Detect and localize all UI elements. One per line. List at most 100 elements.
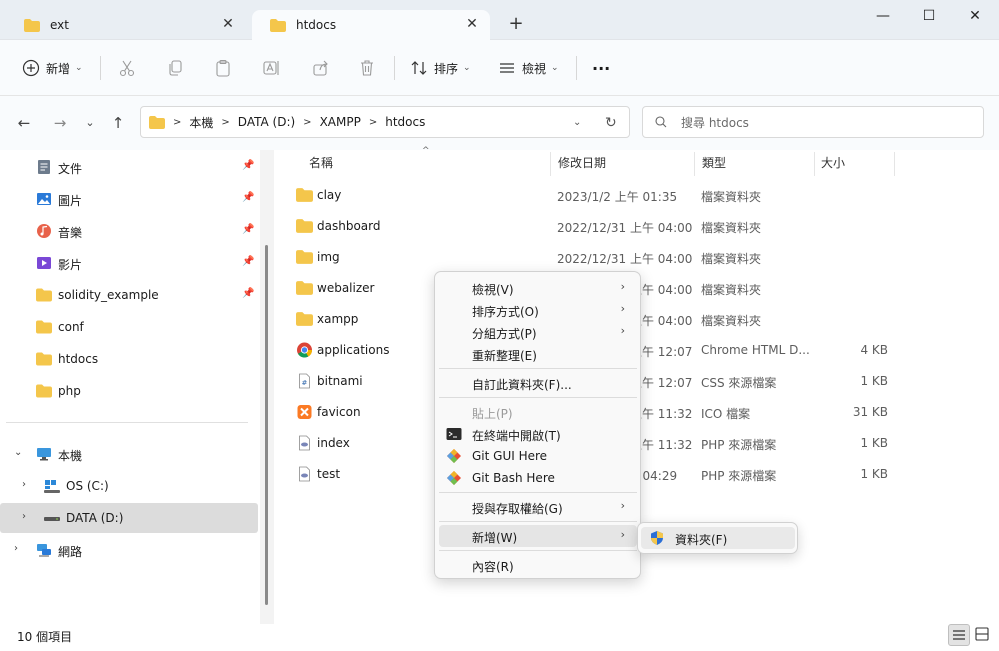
breadcrumb-xampp[interactable]: XAMPP: [320, 115, 361, 129]
sidebar-item-data-drive[interactable]: › DATA (D:): [0, 503, 258, 533]
more-options-button[interactable]: ...: [592, 50, 610, 78]
windows-drive-icon: [44, 480, 60, 493]
computer-icon: [37, 448, 51, 461]
new-tab-button[interactable]: +: [506, 14, 526, 34]
cut-button[interactable]: [118, 54, 136, 82]
menu-item-label: 授與存取權給(G): [472, 502, 563, 516]
recent-locations-button[interactable]: ⌄: [80, 113, 100, 133]
title-bar: ext ✕ htdocs ✕ + — ☐ ✕: [0, 0, 999, 40]
breadcrumb-this-pc[interactable]: 本機: [189, 114, 213, 131]
sidebar-item-conf[interactable]: conf: [0, 312, 258, 342]
table-row[interactable]: clay 2023/1/2 上午 01:35 檔案資料夾: [288, 180, 988, 211]
address-dropdown-icon[interactable]: ⌄: [573, 107, 581, 139]
refresh-icon[interactable]: ↻: [605, 107, 617, 139]
close-tab-icon[interactable]: ✕: [220, 16, 236, 32]
menu-item-new[interactable]: 新增(W) ›: [439, 525, 637, 547]
sidebar-item-music[interactable]: 音樂 📌: [0, 216, 258, 246]
column-divider[interactable]: [694, 152, 695, 176]
menu-item-properties[interactable]: 內容(R): [439, 554, 637, 576]
column-header-name[interactable]: 名稱: [309, 150, 333, 178]
table-row[interactable]: img 2022/12/31 上午 04:00 檔案資料夾: [288, 242, 988, 273]
close-window-button[interactable]: ✕: [952, 4, 998, 28]
breadcrumb-data-drive[interactable]: DATA (D:): [238, 115, 295, 129]
minimize-button[interactable]: —: [860, 4, 906, 28]
chevron-right-icon[interactable]: ›: [22, 511, 26, 522]
tiles-view-button[interactable]: [972, 624, 994, 646]
chrome-icon: [297, 342, 313, 358]
divider: [100, 56, 101, 80]
sidebar-item-label: solidity_example: [58, 288, 159, 302]
file-size: 31 KB: [852, 405, 888, 419]
sort-button[interactable]: 排序 ⌄: [410, 54, 471, 82]
tab-label: htdocs: [296, 18, 337, 32]
sidebar-item-htdocs[interactable]: htdocs: [0, 344, 258, 374]
rename-button[interactable]: [262, 54, 280, 82]
sidebar-item-documents[interactable]: 文件 📌: [0, 152, 258, 182]
menu-item-git-bash[interactable]: Git Bash Here: [439, 467, 637, 489]
copy-button[interactable]: [166, 54, 184, 82]
divider: [394, 56, 395, 80]
forward-button[interactable]: →: [50, 113, 70, 133]
sidebar-scrollbar[interactable]: [260, 150, 274, 624]
menu-item-view[interactable]: 檢視(V) ›: [439, 277, 637, 299]
file-size: 4 KB: [860, 343, 888, 357]
sidebar-item-videos[interactable]: 影片 📌: [0, 248, 258, 278]
menu-item-sort-by[interactable]: 排序方式(O) ›: [439, 299, 637, 321]
sidebar-item-os-drive[interactable]: › OS (C:): [0, 471, 258, 501]
delete-button[interactable]: [358, 54, 376, 82]
chevron-down-icon[interactable]: ⌄: [14, 447, 22, 458]
column-header-type[interactable]: 類型: [702, 150, 726, 178]
column-divider[interactable]: [894, 152, 895, 176]
menu-item-label: 在終端中開啟(T): [472, 429, 561, 443]
tab-ext[interactable]: ext ✕: [6, 10, 246, 40]
column-divider[interactable]: [550, 152, 551, 176]
sidebar-item-solidity-example[interactable]: solidity_example 📌: [0, 280, 258, 310]
maximize-button[interactable]: ☐: [906, 4, 952, 28]
column-divider[interactable]: [814, 152, 815, 176]
column-header-size[interactable]: 大小: [821, 150, 845, 178]
sidebar-item-php[interactable]: php: [0, 376, 258, 406]
menu-item-new-folder[interactable]: 資料夾(F): [641, 527, 795, 549]
menu-item-open-terminal[interactable]: 在終端中開啟(T): [439, 423, 637, 445]
menu-item-git-gui[interactable]: Git GUI Here: [439, 445, 637, 467]
xampp-icon: [297, 405, 312, 419]
search-input[interactable]: 搜尋 htdocs: [642, 106, 984, 138]
breadcrumb-separator: >: [173, 116, 182, 128]
file-name: clay: [317, 188, 342, 202]
sidebar-item-pictures[interactable]: 圖片 📌: [0, 184, 258, 214]
breadcrumb-htdocs[interactable]: htdocs: [385, 115, 425, 129]
scrollbar-thumb[interactable]: [265, 245, 268, 605]
sidebar-item-network[interactable]: › 網路: [0, 535, 258, 565]
view-button[interactable]: 檢視 ⌄: [498, 54, 559, 82]
terminal-icon: [446, 428, 462, 440]
up-button[interactable]: ↑: [108, 113, 128, 133]
share-button[interactable]: [312, 54, 330, 82]
shield-icon: [651, 531, 663, 545]
menu-item-refresh[interactable]: 重新整理(E): [439, 343, 637, 365]
chevron-down-icon: ⌄: [75, 63, 83, 73]
menu-item-group-by[interactable]: 分組方式(P) ›: [439, 321, 637, 343]
breadcrumb-separator: >: [303, 116, 312, 128]
menu-item-give-access[interactable]: 授與存取權給(G) ›: [439, 496, 637, 518]
file-type: 檔案資料夾: [701, 252, 762, 266]
back-button[interactable]: ←: [14, 113, 34, 133]
tab-label: ext: [50, 18, 69, 32]
file-type: PHP 來源檔案: [701, 438, 777, 452]
menu-item-label: Git Bash Here: [472, 471, 555, 485]
chevron-down-icon: ⌄: [463, 63, 471, 73]
address-bar[interactable]: > 本機 > DATA (D:) > XAMPP > htdocs ⌄ ↻: [140, 106, 630, 138]
column-header-date[interactable]: 修改日期: [558, 150, 606, 178]
table-row[interactable]: dashboard 2022/12/31 上午 04:00 檔案資料夾: [288, 211, 988, 242]
details-view-button[interactable]: [948, 624, 970, 646]
chevron-right-icon[interactable]: ›: [22, 479, 26, 490]
menu-item-customize-folder[interactable]: 自訂此資料夾(F)...: [439, 372, 637, 394]
sidebar-item-this-pc[interactable]: ⌄ 本機: [0, 439, 258, 469]
php-file-icon: [299, 466, 310, 482]
new-button[interactable]: 新增 ⌄: [22, 54, 83, 82]
tab-htdocs[interactable]: htdocs ✕: [252, 10, 490, 40]
menu-item-paste[interactable]: 貼上(P): [439, 401, 637, 423]
close-tab-icon[interactable]: ✕: [464, 16, 480, 32]
file-size: 1 KB: [860, 436, 888, 450]
chevron-right-icon[interactable]: ›: [14, 543, 18, 554]
paste-button[interactable]: [214, 54, 232, 82]
